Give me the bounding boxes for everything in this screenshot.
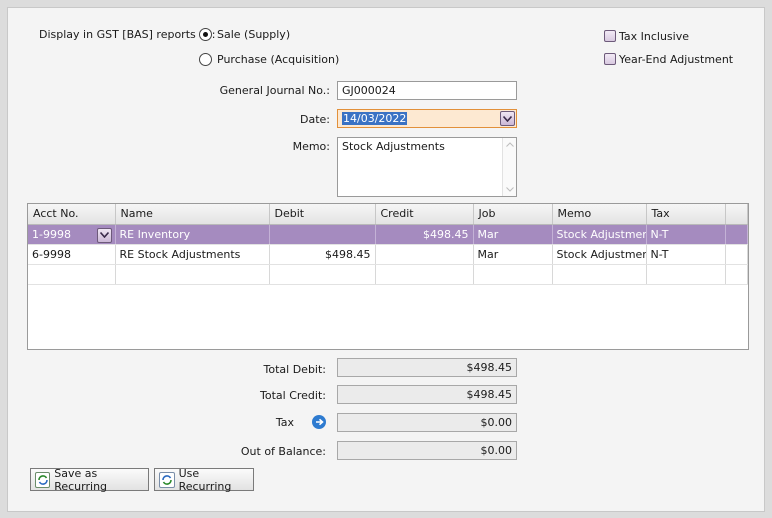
memo-label: Memo: xyxy=(292,140,330,153)
cell-empty[interactable] xyxy=(646,264,726,285)
use-recurring-icon xyxy=(159,471,175,488)
header-credit[interactable]: Credit xyxy=(375,204,474,225)
memo-scrollbar[interactable] xyxy=(502,138,516,196)
cell-empty[interactable] xyxy=(269,264,376,285)
journal-no-label: General Journal No.: xyxy=(219,84,330,97)
header-extra xyxy=(725,204,748,225)
cell-tax[interactable]: N-T xyxy=(646,244,726,265)
out-of-balance-value: $0.00 xyxy=(337,441,517,460)
cell-empty[interactable] xyxy=(375,264,474,285)
cell-job[interactable]: Mar xyxy=(473,224,553,245)
date-input[interactable]: 14/03/2022 xyxy=(337,109,517,128)
header-job[interactable]: Job xyxy=(473,204,553,225)
memo-textarea[interactable]: Stock Adjustments xyxy=(337,137,517,197)
cell-empty[interactable] xyxy=(28,264,116,285)
memo-value: Stock Adjustments xyxy=(342,140,445,153)
header-name[interactable]: Name xyxy=(115,204,270,225)
table-row[interactable]: 6-9998 RE Stock Adjustments $498.45 Mar … xyxy=(28,244,748,265)
cell-debit[interactable] xyxy=(269,224,376,245)
cell-empty[interactable] xyxy=(473,264,553,285)
chevron-down-icon xyxy=(99,232,109,238)
header-tax[interactable]: Tax xyxy=(646,204,726,225)
table-row[interactable]: 1-9998 RE Inventory $498.45 Mar Stock Ad… xyxy=(28,224,748,245)
cell-job[interactable]: Mar xyxy=(473,244,553,265)
cell-acct-no[interactable]: 1-9998 xyxy=(28,224,116,245)
arrow-right-icon xyxy=(315,418,324,426)
scroll-up-icon[interactable] xyxy=(506,142,514,147)
total-credit-label: Total Credit: xyxy=(260,389,326,402)
grid-header-row: Acct No. Name Debit Credit Job Memo Tax xyxy=(28,204,748,225)
tax-inclusive-checkbox[interactable] xyxy=(604,30,616,42)
header-debit[interactable]: Debit xyxy=(269,204,376,225)
cell-memo[interactable]: Stock Adjustment xyxy=(552,224,647,245)
acct-dropdown-button[interactable] xyxy=(96,227,112,243)
table-row-empty[interactable] xyxy=(28,264,748,285)
acct-no-value: 1-9998 xyxy=(32,227,71,241)
use-recurring-button[interactable]: Use Recurring xyxy=(154,466,254,493)
tax-value: $0.00 xyxy=(337,413,517,432)
total-credit-value: $498.45 xyxy=(337,385,517,404)
save-recurring-icon xyxy=(35,471,51,488)
cell-name[interactable]: RE Inventory xyxy=(115,224,270,245)
cell-empty[interactable] xyxy=(115,264,270,285)
radio-sale[interactable] xyxy=(199,28,212,41)
total-debit-value: $498.45 xyxy=(337,358,517,377)
chevron-down-icon xyxy=(503,115,512,122)
journal-lines-grid[interactable]: Acct No. Name Debit Credit Job Memo Tax … xyxy=(27,203,749,350)
cell-extra xyxy=(725,224,748,245)
header-acct-no[interactable]: Acct No. xyxy=(28,204,116,225)
scroll-down-icon[interactable] xyxy=(506,187,514,192)
recurring-icon xyxy=(37,474,48,485)
date-dropdown-button[interactable] xyxy=(500,111,515,126)
year-end-label[interactable]: Year-End Adjustment xyxy=(619,53,733,66)
cell-credit[interactable] xyxy=(375,244,474,265)
save-as-recurring-label: Save as Recurring xyxy=(54,466,108,493)
radio-purchase-label[interactable]: Purchase (Acquisition) xyxy=(217,53,339,66)
use-recurring-label: Use Recurring xyxy=(178,466,232,493)
save-as-recurring-button[interactable]: Save as Recurring xyxy=(30,466,149,493)
cell-empty[interactable] xyxy=(552,264,647,285)
tax-detail-arrow-icon[interactable] xyxy=(312,415,326,429)
cell-tax[interactable]: N-T xyxy=(646,224,726,245)
recurring-icon xyxy=(161,474,172,485)
journal-no-input[interactable]: GJ000024 xyxy=(337,81,517,100)
cell-extra xyxy=(725,244,748,265)
header-memo[interactable]: Memo xyxy=(552,204,647,225)
radio-sale-label[interactable]: Sale (Supply) xyxy=(217,28,290,41)
cell-acct-no[interactable]: 6-9998 xyxy=(28,244,116,265)
tax-inclusive-label[interactable]: Tax Inclusive xyxy=(619,30,689,43)
date-label: Date: xyxy=(300,113,330,126)
cell-name[interactable]: RE Stock Adjustments xyxy=(115,244,270,265)
total-debit-label: Total Debit: xyxy=(263,363,326,376)
year-end-checkbox[interactable] xyxy=(604,53,616,65)
cell-empty xyxy=(725,264,748,285)
cell-memo[interactable]: Stock Adjustment xyxy=(552,244,647,265)
tax-label: Tax xyxy=(275,416,294,429)
cell-debit[interactable]: $498.45 xyxy=(269,244,376,265)
radio-purchase[interactable] xyxy=(199,53,212,66)
out-of-balance-label: Out of Balance: xyxy=(240,445,326,458)
display-gst-label: Display in GST [BAS] reports as: xyxy=(39,28,216,41)
date-value: 14/03/2022 xyxy=(342,112,408,125)
cell-credit[interactable]: $498.45 xyxy=(375,224,474,245)
